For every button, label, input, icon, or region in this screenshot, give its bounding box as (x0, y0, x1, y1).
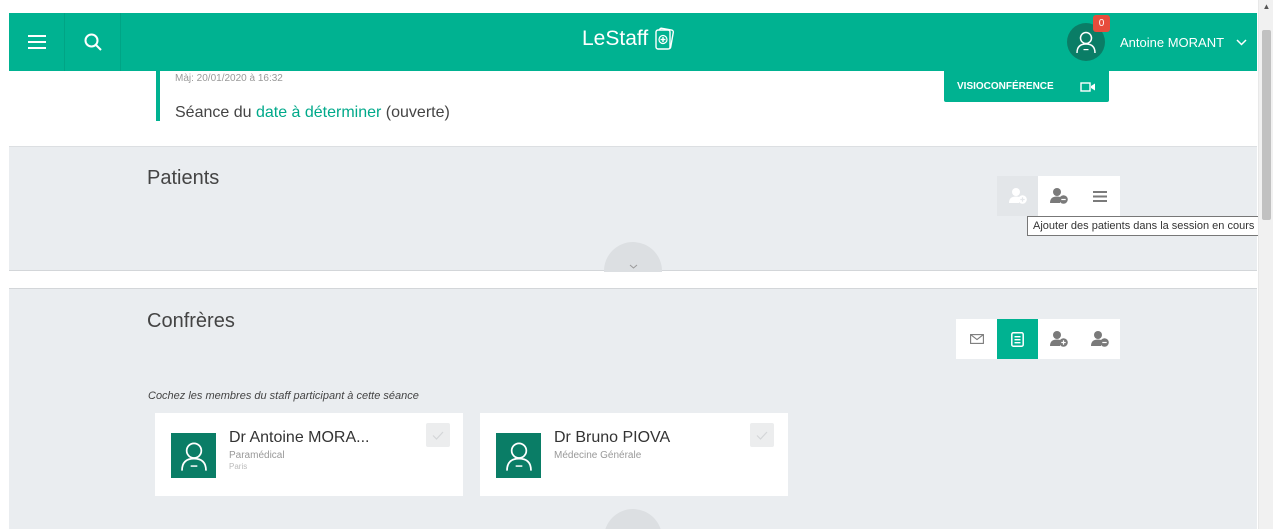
menu-button[interactable] (9, 13, 65, 71)
add-user-icon (1008, 188, 1027, 204)
top-navbar: LeStaff 0 Antoine MORANT (9, 13, 1257, 71)
checkmark-icon (432, 431, 444, 440)
add-user-icon (1049, 331, 1068, 347)
members-instruction: Cochez les membres du staff participant … (148, 390, 419, 402)
member-avatar (496, 433, 541, 478)
member-name: Dr Antoine MORA... (229, 429, 370, 446)
member-avatar (171, 433, 216, 478)
session-accent-bar (156, 71, 160, 121)
app-name: LeStaff (582, 27, 649, 50)
send-email-button[interactable] (956, 319, 997, 359)
medical-cards-icon (655, 27, 675, 50)
patients-expand-button[interactable] (604, 242, 662, 272)
add-colleague-button[interactable] (1038, 319, 1079, 359)
app-window: LeStaff 0 Antoine MORANT Màj: 20/01/2020… (0, 0, 1273, 529)
session-date-link[interactable]: date à déterminer (256, 104, 381, 121)
scroll-thumb[interactable] (1262, 30, 1271, 220)
confreres-actions (956, 319, 1120, 359)
member-name: Dr Bruno PIOVA (554, 429, 671, 446)
search-icon (84, 33, 102, 51)
search-button[interactable] (65, 13, 121, 71)
scroll-up-arrow-icon[interactable]: ▲ (1259, 0, 1273, 14)
list-icon (1092, 190, 1107, 202)
vertical-scrollbar[interactable]: ▲ (1258, 0, 1273, 529)
contact-card-icon (1011, 331, 1024, 347)
member-specialty: Paramédical (229, 450, 285, 461)
list-view-button[interactable] (1079, 176, 1120, 216)
remove-patient-button[interactable] (1038, 176, 1079, 216)
tooltip: Ajouter des patients dans la session en … (1027, 216, 1261, 236)
video-camera-icon (1079, 81, 1095, 92)
user-name[interactable]: Antoine MORANT (1120, 35, 1224, 50)
chevron-down-icon (629, 264, 637, 269)
avatar[interactable]: 0 (1067, 15, 1110, 61)
confreres-title: Confrères (147, 310, 235, 332)
envelope-icon (969, 334, 984, 344)
notification-badge[interactable]: 0 (1093, 15, 1110, 32)
patients-title: Patients (147, 167, 220, 189)
user-icon (505, 441, 532, 471)
member-checkbox[interactable] (750, 423, 774, 447)
member-specialty: Médecine Générale (554, 450, 642, 461)
remove-colleague-button[interactable] (1079, 319, 1120, 359)
session-panel: Màj: 20/01/2020 à 16:32 Séance du date à… (9, 71, 1257, 147)
member-city: Paris (229, 462, 248, 471)
add-patient-button[interactable] (997, 176, 1038, 216)
hamburger-icon (27, 35, 46, 49)
session-status: (ouverte) (381, 104, 450, 121)
session-updated: Màj: 20/01/2020 à 16:32 (175, 73, 283, 84)
directory-button[interactable] (997, 319, 1038, 359)
member-checkbox[interactable] (426, 423, 450, 447)
user-icon (1076, 31, 1096, 54)
confreres-panel: Confrères Cochez les membres du staff pa… (9, 288, 1257, 529)
patients-actions (997, 176, 1120, 216)
videoconference-label: VISIOCONFÉRENCE (957, 81, 1054, 92)
remove-user-icon (1049, 188, 1068, 204)
user-icon (180, 441, 207, 471)
chevron-down-icon[interactable] (1236, 38, 1247, 46)
videoconference-button[interactable]: VISIOCONFÉRENCE (944, 71, 1109, 102)
member-card[interactable]: Dr Bruno PIOVA Médecine Générale (480, 413, 788, 496)
session-title: Séance du date à déterminer (ouverte) (175, 104, 450, 122)
remove-user-icon (1090, 331, 1109, 347)
confreres-expand-button[interactable] (604, 509, 662, 529)
user-menu[interactable]: 0 Antoine MORANT (1067, 13, 1247, 71)
patients-panel: Patients Ajouter des patients dans la se… (9, 147, 1261, 272)
app-logo[interactable]: LeStaff (582, 27, 675, 51)
session-title-prefix: Séance du (175, 104, 256, 121)
panel-divider (9, 272, 1257, 288)
checkmark-icon (756, 431, 768, 440)
member-card[interactable]: Dr Antoine MORA... Paramédical Paris (155, 413, 463, 496)
